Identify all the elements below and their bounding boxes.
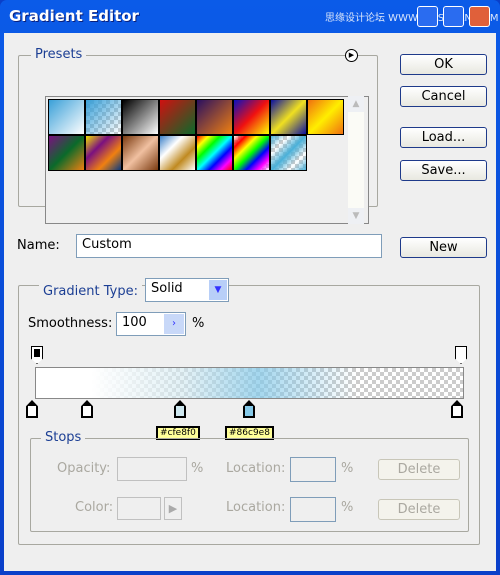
smoothness-slider-icon[interactable]: › [164,314,184,334]
save-button[interactable]: Save... [400,160,487,181]
preset-swatch[interactable] [48,135,85,171]
smoothness-value: 100 [122,315,147,330]
presets-scrollbar[interactable]: ▲ ▼ [348,96,364,224]
opacity-delete-button[interactable]: Delete [378,459,460,480]
title-bar[interactable]: Gradient Editor 思缘设计论坛 WWW.MISSYUAN.COM [0,0,500,33]
minimize-button[interactable] [417,6,438,27]
color-stop[interactable] [174,400,186,418]
opacity-stop-right[interactable] [455,346,467,364]
preset-swatch[interactable] [122,135,159,171]
scroll-up-icon[interactable]: ▲ [348,96,364,112]
preset-swatch[interactable] [233,135,270,171]
name-input[interactable]: Custom [76,234,382,258]
smoothness-label: Smoothness: [28,316,113,331]
dialog-body: Presets ▶ ▲ ▼ OK Cancel Load... Save... … [4,33,496,571]
name-label: Name: [17,238,60,253]
stops-group: Stops Opacity: % Location: % Delete Colo… [30,430,469,532]
preset-swatch[interactable] [196,135,233,171]
color-delete-button[interactable]: Delete [378,499,460,520]
maximize-button[interactable] [443,6,464,27]
presets-grid [45,96,369,224]
presets-group: Presets ▶ ▲ ▼ [18,47,378,224]
preset-swatch[interactable] [48,99,85,135]
chevron-down-icon[interactable]: ▼ [209,280,227,300]
preset-swatch[interactable] [270,99,307,135]
gradient-type-label: Gradient Type: [39,284,142,299]
preset-swatch[interactable] [159,99,196,135]
preset-swatch[interactable] [85,135,122,171]
color-stop[interactable] [26,400,38,418]
preset-swatch[interactable] [196,99,233,135]
preset-swatch[interactable] [233,99,270,135]
window-title: Gradient Editor [9,7,139,25]
preset-swatch[interactable] [122,99,159,135]
presets-menu-icon[interactable]: ▶ [345,49,358,62]
color-label: Color: [75,500,114,515]
close-button[interactable] [469,6,490,27]
color-stop[interactable] [243,400,255,418]
color-picker-arrow-icon[interactable]: ▶ [164,497,182,520]
new-button[interactable]: New [400,237,487,258]
stops-legend: Stops [41,430,86,445]
smoothness-percent: % [192,316,205,331]
opacity-location-input[interactable] [290,457,336,482]
preset-swatch[interactable] [85,99,122,135]
color-location-label: Location: [226,500,286,515]
color-location-percent: % [341,500,354,515]
opacity-percent: % [191,461,204,476]
preset-swatch[interactable] [307,99,344,135]
opacity-input[interactable] [117,457,187,481]
opacity-label: Opacity: [57,461,111,476]
load-button[interactable]: Load... [400,127,487,148]
gradient-preview-bar[interactable] [35,367,464,399]
ok-button[interactable]: OK [400,54,487,75]
preset-swatch[interactable] [270,135,307,171]
smoothness-input[interactable]: 100 › [116,312,186,336]
gradient-editor-window: Gradient Editor 思缘设计论坛 WWW.MISSYUAN.COM … [0,0,500,575]
gradient-type-value: Solid [151,281,183,296]
color-swatch[interactable] [117,497,161,520]
preset-swatch[interactable] [159,135,196,171]
color-stop[interactable] [451,400,463,418]
cancel-button[interactable]: Cancel [400,86,487,107]
gradient-group: Gradient Type: Solid ▼ Smoothness: 100 › %… [18,278,480,545]
color-location-input[interactable] [290,497,336,522]
color-stop[interactable] [81,400,93,418]
opacity-location-percent: % [341,461,354,476]
opacity-location-label: Location: [226,461,286,476]
gradient-type-select[interactable]: Solid ▼ [145,278,229,302]
scroll-down-icon[interactable]: ▼ [348,208,364,224]
opacity-stop-left[interactable] [31,346,43,364]
presets-legend: Presets [31,47,87,62]
